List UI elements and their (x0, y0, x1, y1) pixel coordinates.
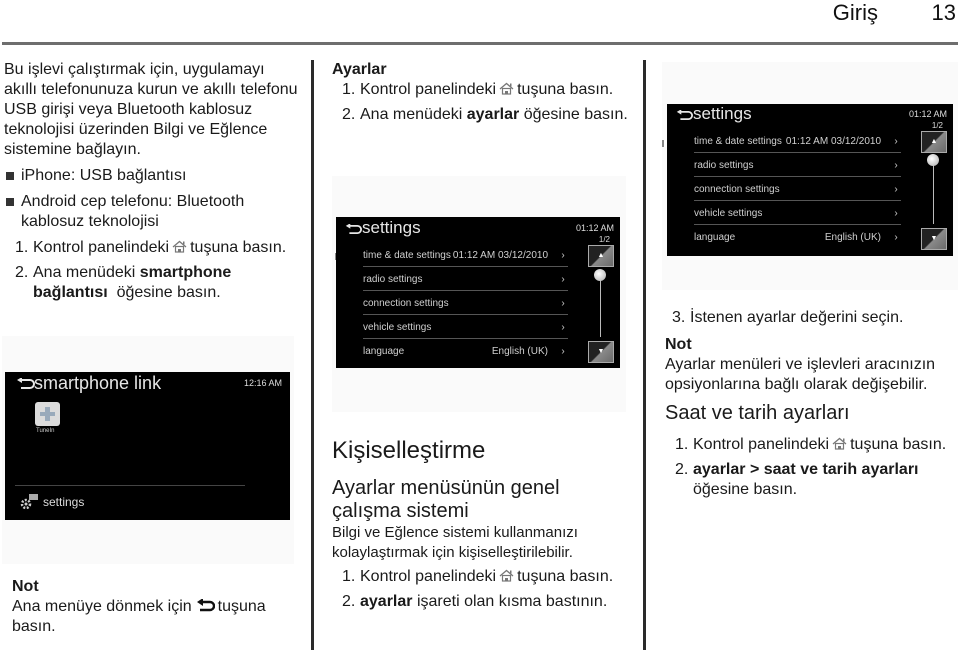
chevron-right-icon: › (561, 321, 565, 333)
body-paragraph: Bilgi ve Eğlence sistemi kullanmanızı ko… (332, 524, 578, 561)
chevron-right-icon: › (561, 249, 565, 261)
chevron-right-icon: › (561, 273, 565, 285)
back-arrow-icon[interactable] (344, 224, 362, 235)
chevron-right-icon: › (561, 297, 565, 309)
screen-clock: 01:12 AM (575, 223, 614, 233)
scrollbar-thumb[interactable] (594, 269, 606, 281)
step-item: 2. Ana menüdeki smartphone bağlantısı öğ… (15, 264, 232, 301)
settings-row-connection[interactable]: connection settings › (363, 292, 568, 315)
section-heading-ayarlar: Ayarlar (332, 61, 387, 78)
column-2: Ayarlar 1. Kontrol panelindeki tuşuna bas… (332, 60, 632, 130)
column-1: Bu işlevi çalıştırmak için, uygulamayı a… (4, 60, 300, 308)
page-header: Giriş 13 (0, 0, 960, 46)
smartphone-link-screen: smartphone link 12:16 AM TuneIn settings (5, 372, 290, 520)
scroll-down-button[interactable]: ▼ (588, 341, 614, 363)
note-title: Not (12, 578, 39, 595)
settings-row-time-date[interactable]: time & date settings 01:12 AM 03/12/2010 › (363, 244, 568, 267)
subsection-title: Ayarlar menüsünün genel çalışma sistemi (332, 477, 560, 522)
settings-list: time & date settings 01:12 AM 03/12/2010 ›… (336, 244, 620, 364)
chevron-right-icon: › (894, 183, 898, 195)
note-text: Ayarlar menüleri ve işlevleri aracınızın… (665, 356, 936, 393)
scroll-up-button[interactable]: ▲ (921, 131, 947, 153)
screen-divider (15, 485, 245, 486)
step-item: 2. ayarlar işareti olan kısma bastının. (342, 593, 608, 610)
smartphone-link-screenshot: smartphone link 12:16 AM TuneIn settings (2, 336, 294, 564)
home-icon (499, 569, 514, 582)
home-icon (172, 240, 187, 253)
column-divider (311, 60, 314, 650)
tunein-app-icon[interactable] (35, 402, 60, 426)
settings-row-connection[interactable]: connection settings › (694, 178, 901, 201)
bullet-square-icon (6, 198, 14, 206)
settings-menu-item[interactable]: settings (43, 495, 84, 509)
scrollbar-track[interactable] (600, 275, 601, 337)
screen-title: settings (693, 104, 752, 123)
chevron-right-icon: › (894, 159, 898, 171)
settings-gear-icon (20, 494, 38, 510)
settings-screen: settings 01:12 AM 1/2 time & date settin… (667, 104, 953, 256)
screen-title: settings (362, 218, 421, 237)
settings-screenshot: settings 01:12 AM 1/2 time & date settin… (662, 62, 958, 290)
step-item: 1. Kontrol panelindeki tuşuna basın. (675, 436, 947, 453)
settings-row-language[interactable]: language English (UK) › (363, 340, 568, 363)
back-arrow-icon (17, 378, 35, 389)
chevron-right-icon: › (894, 135, 898, 147)
header-divider (2, 42, 958, 45)
scrollbar-track[interactable] (933, 160, 934, 224)
bullet-square-icon (6, 172, 14, 180)
settings-row-radio[interactable]: radio settings › (363, 268, 568, 291)
bullet-item: iPhone: USB bağlantısı (4, 166, 300, 186)
screen-title: smartphone link (34, 373, 162, 393)
subsection-title: Saat ve tarih ayarları (665, 402, 850, 424)
settings-row-radio[interactable]: radio settings › (694, 154, 901, 177)
step-item: 2. ayarlar > saat ve tarih ayarları öğes… (675, 461, 919, 498)
section-title: Kişiselleştirme (332, 437, 486, 464)
step-item: 1. Kontrol panelindeki tuşuna basın. (342, 568, 614, 585)
column-divider (643, 60, 646, 650)
settings-screenshot: settings 01:12 AM 1/2 time & date settin… (332, 176, 626, 412)
step-item: 1. Kontrol panelindeki tuşuna basın. (15, 239, 287, 256)
note-title: Not (665, 336, 692, 353)
settings-row-language[interactable]: language English (UK) › (694, 226, 901, 249)
chevron-right-icon: › (561, 346, 565, 357)
tunein-app-label: TuneIn (36, 428, 55, 434)
intro-paragraph: Bu işlevi çalıştırmak için, uygulamayı a… (4, 61, 298, 158)
back-arrow-icon[interactable] (675, 110, 693, 121)
personalization-section: Kişiselleştirme Ayarlar menüsünün genel … (332, 437, 632, 617)
home-icon (499, 82, 514, 95)
page-indicator: 1/2 (931, 121, 943, 130)
bullet-item: Android cep telefonu: Bluetooth kablosuz… (4, 192, 300, 232)
settings-list: time & date settings 01:12 AM 03/12/2010 ›… (667, 130, 953, 252)
settings-screen: settings 01:12 AM 1/2 time & date settin… (336, 217, 620, 368)
back-arrow-icon (196, 599, 215, 612)
screen-clock: 01:12 AM (908, 109, 947, 119)
settings-row-vehicle[interactable]: vehicle settings › (694, 202, 901, 225)
settings-row-vehicle[interactable]: vehicle settings › (363, 316, 568, 339)
screen-clock: 12:16 AM (243, 378, 282, 388)
chevron-right-icon: › (894, 232, 898, 243)
scroll-up-button[interactable]: ▲ (588, 245, 614, 267)
section-name: Giriş (832, 0, 878, 25)
scrollbar-thumb[interactable] (927, 154, 939, 166)
page-indicator: 1/2 (598, 235, 610, 244)
column-3-text: 3. İstenen ayarlar değerini seçin. Not A… (665, 308, 957, 505)
page-number: 13 (931, 0, 956, 25)
step-item: 2. Ana menüdeki ayarlar öğesine basın. (342, 106, 628, 123)
chevron-right-icon: › (894, 207, 898, 219)
home-icon (832, 437, 847, 450)
step-item: 1. Kontrol panelindeki tuşuna basın. (342, 81, 614, 98)
settings-row-time-date[interactable]: time & date settings 01:12 AM 03/12/2010 › (694, 130, 901, 153)
scroll-down-button[interactable]: ▼ (921, 228, 947, 250)
step-item: 3. İstenen ayarlar değerini seçin. (672, 309, 904, 326)
note-block: Not Ana menüye dönmek için tuşuna basın. (12, 577, 302, 637)
